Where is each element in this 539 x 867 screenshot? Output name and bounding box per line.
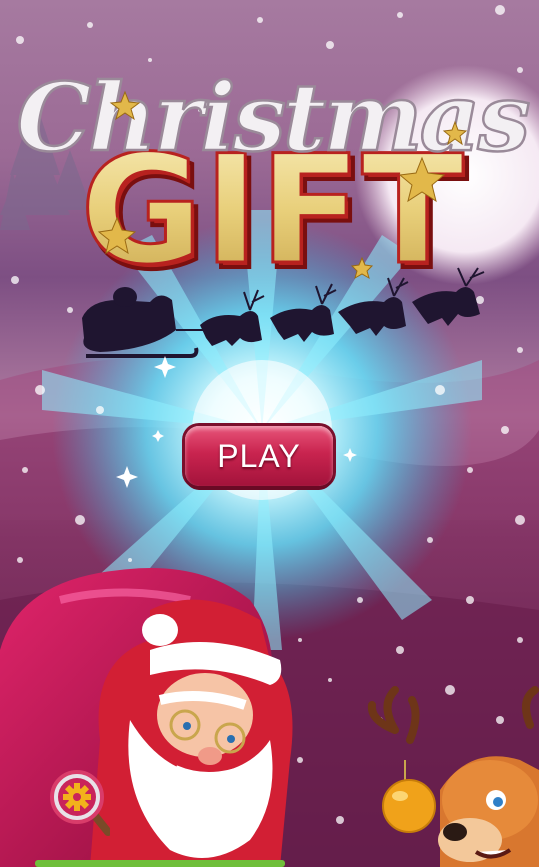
bottom-banner xyxy=(35,860,285,867)
play-button[interactable]: PLAY xyxy=(185,426,333,486)
title-christmas-word: Christmas xyxy=(16,63,528,173)
title-logo: GIFT GIFT Christmas xyxy=(15,62,533,300)
play-button-label: PLAY xyxy=(217,437,301,474)
settings-button[interactable] xyxy=(50,770,112,836)
gear-icon xyxy=(50,770,112,836)
game-screen: GIFT GIFT Christmas PLAY xyxy=(0,0,539,867)
